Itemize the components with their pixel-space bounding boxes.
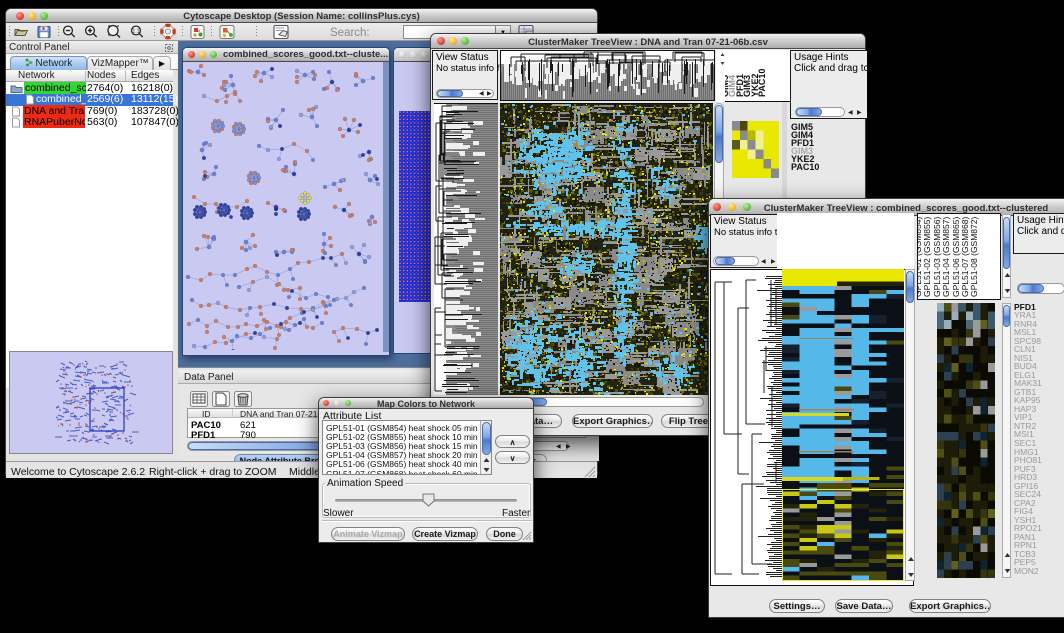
- svg-text:1:1: 1:1: [133, 29, 140, 35]
